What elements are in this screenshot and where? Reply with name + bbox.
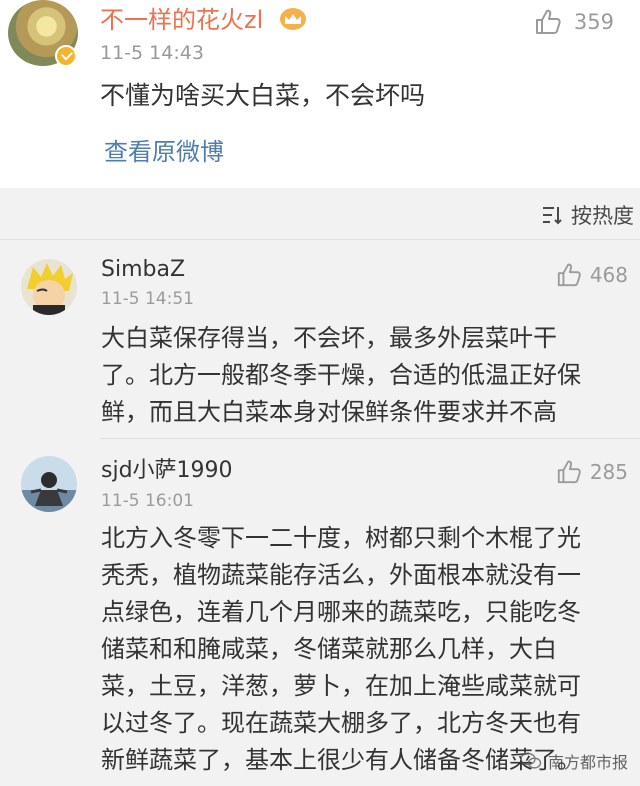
comment-line: 秃秃，植物蔬菜能存活么，外面根本就没有一 <box>101 561 581 589</box>
comment-like-button[interactable]: 285 <box>556 459 628 485</box>
comment-line: 以过冬了。现在蔬菜大棚多了，北方冬天也有 <box>101 709 581 737</box>
view-original-link[interactable]: 查看原微博 <box>104 136 224 168</box>
post-like-button[interactable]: 359 <box>534 8 614 36</box>
comment-line: 点绿色，连着几个月哪来的蔬菜吃，只能吃冬 <box>101 598 581 626</box>
original-post: 不一样的花火zl 11-5 14:43 不懂为啥买大白菜，不会坏吗 查看原微博 … <box>0 0 640 188</box>
thumbs-up-icon <box>557 263 581 287</box>
comment-line: 了。北方一般都冬季干燥，合适的低温正好保 <box>101 361 581 389</box>
sort-label: 按热度 <box>571 204 634 228</box>
verified-badge-icon <box>55 45 77 67</box>
thumbs-up-icon <box>557 460 581 484</box>
comment-line: 北方入冬零下一二十度，树都只剩个木棍了光 <box>101 524 581 552</box>
comment-username[interactable]: sjd小萨1990 <box>101 457 233 485</box>
post-time: 11-5 14:43 <box>100 42 204 64</box>
watermark-text: 南方都市报 <box>548 753 629 772</box>
comment-text: 大白菜保存得当，不会坏，最多外层菜叶干 了。北方一般都冬季干燥，合适的低温正好保… <box>101 320 626 431</box>
post-username[interactable]: 不一样的花火zl <box>100 4 263 36</box>
comment-time: 11-5 14:51 <box>101 289 194 309</box>
avatar[interactable] <box>21 456 77 512</box>
comment-line: 菜，土豆，洋葱，萝卜，在加上淹些咸菜就可 <box>101 672 581 700</box>
comment-like-count: 285 <box>589 460 628 484</box>
comment-line: 储菜和和腌咸菜，冬储菜就那么几样，大白 <box>101 635 557 663</box>
comment-time: 11-5 16:01 <box>101 491 194 511</box>
comment-separator <box>100 438 640 439</box>
comment-like-button[interactable]: 468 <box>556 262 628 288</box>
crown-icon <box>280 8 306 30</box>
sort-by-hot-button[interactable]: 按热度 <box>541 200 634 230</box>
comment-line: 大白菜保存得当，不会坏，最多外层菜叶干 <box>101 324 557 352</box>
post-text: 不懂为啥买大白菜，不会坏吗 <box>100 81 426 110</box>
comment-like-count: 468 <box>589 263 628 287</box>
post-like-count: 359 <box>573 10 614 34</box>
comment-line: 鲜，而且大白菜本身对保鲜条件要求并不高 <box>101 398 557 426</box>
comment-username[interactable]: SimbaZ <box>101 256 185 284</box>
divider <box>0 239 640 240</box>
avatar[interactable] <box>21 259 77 315</box>
source-watermark: 南方都市报 <box>520 749 628 773</box>
sort-icon <box>543 207 562 225</box>
thumbs-up-icon <box>535 9 561 34</box>
comment-text: 北方入冬零下一二十度，树都只剩个木棍了光 秃秃，植物蔬菜能存活么，外面根本就没有… <box>101 520 626 779</box>
wechat-icon <box>520 752 542 769</box>
